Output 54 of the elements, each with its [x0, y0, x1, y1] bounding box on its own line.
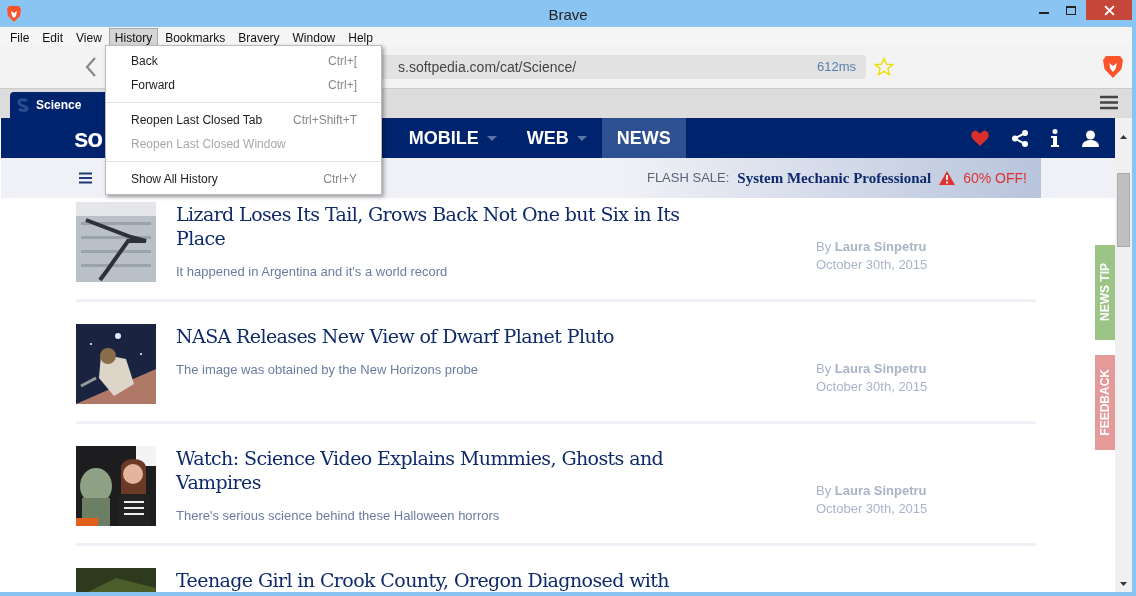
article-title[interactable]: Lizard Loses Its Tail, Grows Back Not One but Six in Its Place: [176, 202, 716, 250]
menu-icon[interactable]: [1100, 95, 1118, 110]
product-name: System Mechanic Professional: [737, 168, 932, 188]
article-summary: The image was obtained by the New Horizons probe: [176, 361, 480, 379]
window-title: Brave: [547, 5, 589, 25]
lion-logo-icon: [6, 4, 22, 23]
caret-icon: [486, 135, 497, 141]
author-byline: By Laura Sinpetru: [816, 238, 928, 256]
menu-bar-item[interactable]: Bravery: [232, 27, 286, 46]
article-summary: It happened in Argentina and it's a world record: [176, 263, 449, 281]
author-byline: By Laura Sinpetru: [816, 482, 928, 500]
caret-icon: [576, 135, 587, 141]
shortcut-text: Ctrl+]: [328, 77, 357, 94]
warning-icon: [939, 171, 956, 185]
menu-bar-item[interactable]: Edit: [36, 27, 70, 46]
scroll-down-icon[interactable]: [1120, 582, 1127, 586]
scrollbar-thumb[interactable]: [1117, 173, 1130, 247]
menu-bar-item[interactable]: Bookmarks: [159, 27, 232, 46]
lion-shield-icon[interactable]: [1102, 55, 1124, 79]
bookmark-star-icon[interactable]: [874, 57, 894, 77]
load-time: 612ms: [816, 58, 856, 77]
nav-item[interactable]: MOBILE: [393, 118, 512, 158]
scroll-up-icon[interactable]: [1120, 135, 1127, 139]
info-icon[interactable]: [1050, 129, 1060, 147]
article-title[interactable]: Watch: Science Video Explains Mummies, Ghosts and Vampires: [176, 446, 716, 494]
article-date: October 30th, 2015: [816, 500, 928, 518]
shortcut-text: Ctrl+[: [328, 53, 357, 70]
menu-bar-item[interactable]: Window: [286, 27, 342, 46]
scrollbar[interactable]: [1115, 118, 1132, 592]
article-summary: There's serious science behind these Halloween horrors: [176, 507, 501, 525]
shortcut-text: Ctrl+Y: [323, 171, 357, 188]
close-button[interactable]: [1086, 0, 1132, 20]
author-byline: By Laura Sinpetru: [816, 360, 928, 378]
menu-item[interactable]: Show All History Ctrl+Y: [106, 167, 381, 191]
site-favicon-icon: [16, 98, 30, 112]
discount-text: 60% OFF!: [963, 168, 1027, 188]
menu-bar-item[interactable]: History: [108, 27, 159, 46]
article-date: October 30th, 2015: [816, 256, 928, 274]
article-title[interactable]: NASA Releases New View of Dwarf Planet Pluto: [176, 324, 716, 348]
nav-item[interactable]: NEWS: [601, 118, 686, 158]
shortcut-text: Ctrl+Shift+T: [292, 112, 357, 129]
menu-bar-item[interactable]: File: [4, 27, 36, 46]
article-date: October 30th, 2015: [816, 378, 928, 396]
heart-icon[interactable]: [970, 129, 990, 147]
menu-bar-item[interactable]: Help: [342, 27, 379, 46]
menu-icon[interactable]: [79, 172, 92, 184]
flash-sale-label: FLASH SALE:: [646, 169, 730, 188]
site-logo[interactable]: so: [74, 125, 102, 151]
article-title[interactable]: Teenage Girl in Crook County, Oregon Diagnosed with: [176, 568, 716, 592]
user-icon[interactable]: [1082, 129, 1099, 147]
close-icon: [1103, 4, 1115, 16]
menu-bar-item[interactable]: View: [70, 27, 108, 46]
nav-item[interactable]: WEB: [511, 118, 602, 158]
share-icon[interactable]: [1012, 129, 1028, 147]
